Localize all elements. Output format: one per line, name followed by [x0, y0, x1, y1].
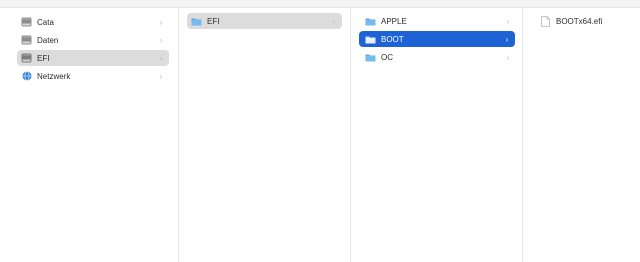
- sidebar-item-label: EFI: [37, 53, 50, 63]
- window-top-edge: [0, 0, 640, 8]
- file-row-bootx64[interactable]: BOOTx64.efi: [536, 13, 636, 29]
- sidebar-item-netzwerk[interactable]: Netzwerk ›: [17, 68, 169, 84]
- chevron-right-icon: ›: [332, 16, 336, 26]
- disk-icon: [21, 53, 32, 64]
- chevron-right-icon: ›: [506, 52, 510, 62]
- column-locations: Cata › Daten › EFI › Netzwerk ›: [0, 8, 179, 262]
- file-label: BOOTx64.efi: [556, 16, 603, 26]
- folder-icon: [365, 16, 376, 27]
- folder-label: EFI: [207, 16, 220, 26]
- chevron-right-icon: ›: [505, 34, 509, 44]
- sidebar-item-label: Netzwerk: [37, 71, 71, 81]
- file-icon: [540, 15, 551, 27]
- folder-row-efi[interactable]: EFI ›: [187, 13, 342, 29]
- network-globe-icon: [21, 71, 32, 82]
- chevron-right-icon: ›: [506, 16, 510, 26]
- folder-icon: [365, 52, 376, 63]
- sidebar-item-label: Daten: [37, 35, 59, 45]
- disk-icon: [21, 17, 32, 28]
- sidebar-item-label: Cata: [37, 17, 54, 27]
- chevron-right-icon: ›: [159, 17, 163, 27]
- folder-icon: [191, 16, 202, 27]
- disk-icon: [21, 35, 32, 46]
- folder-row-oc[interactable]: OC ›: [361, 49, 516, 65]
- chevron-right-icon: ›: [159, 35, 163, 45]
- sidebar-item-efi[interactable]: EFI ›: [17, 50, 169, 66]
- folder-label: BOOT: [381, 34, 404, 44]
- folder-label: APPLE: [381, 16, 407, 26]
- folder-row-boot[interactable]: BOOT ›: [359, 31, 515, 47]
- column-boot-folder: BOOTx64.efi: [523, 8, 640, 262]
- sidebar-item-daten[interactable]: Daten ›: [17, 32, 169, 48]
- folder-label: OC: [381, 52, 393, 62]
- folder-icon: [365, 34, 376, 45]
- folder-row-apple[interactable]: APPLE ›: [361, 13, 516, 29]
- chevron-right-icon: ›: [159, 53, 163, 63]
- column-efi-folder: APPLE › BOOT › OC ›: [351, 8, 523, 262]
- chevron-right-icon: ›: [159, 71, 163, 81]
- column-efi-volume: EFI ›: [179, 8, 351, 262]
- sidebar-item-cata[interactable]: Cata ›: [17, 14, 169, 30]
